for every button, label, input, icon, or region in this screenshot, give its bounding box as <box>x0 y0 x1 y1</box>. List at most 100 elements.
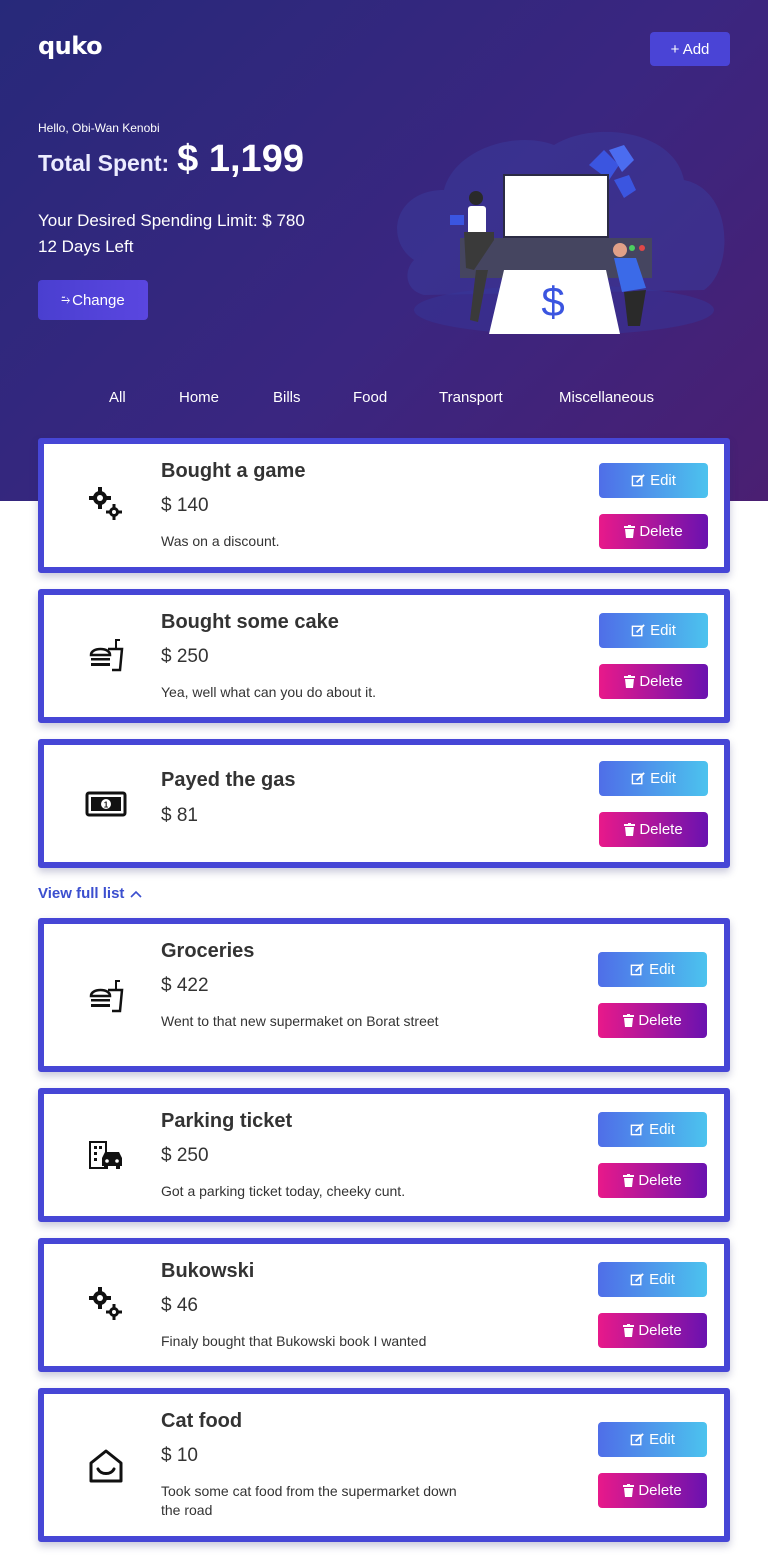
change-limit-button[interactable]: ⥲ Change <box>38 280 148 320</box>
expense-title: Bukowski <box>161 1260 255 1282</box>
app-logo[interactable]: quko <box>38 32 103 60</box>
trash-icon <box>623 1014 635 1027</box>
edit-label: Edit <box>650 770 676 787</box>
expense-card: Bukowski $ 46 Finaly bought that Bukowsk… <box>38 1238 730 1372</box>
gears-icon <box>84 482 128 526</box>
trash-icon <box>623 1174 635 1187</box>
delete-button[interactable]: Delete <box>599 664 708 699</box>
expense-title: Cat food <box>161 1410 243 1432</box>
edit-button[interactable]: Edit <box>598 1262 707 1297</box>
expense-card: Groceries $ 422 Went to that new superma… <box>38 918 730 1072</box>
edit-label: Edit <box>650 622 676 639</box>
delete-button[interactable]: Delete <box>598 1313 707 1348</box>
tab-miscellaneous[interactable]: Miscellaneous <box>559 389 654 406</box>
svg-text:1: 1 <box>104 801 109 810</box>
trash-icon <box>623 1324 635 1337</box>
expense-amount: $ 46 <box>161 1295 198 1316</box>
delete-label: Delete <box>639 523 683 540</box>
view-full-list-link[interactable]: View full list <box>38 885 142 902</box>
home-icon <box>84 1444 128 1488</box>
edit-icon <box>630 1122 645 1137</box>
edit-button[interactable]: Edit <box>598 952 707 987</box>
expense-card: 1 Payed the gas $ 81 Edit Delete <box>38 739 730 868</box>
delete-button[interactable]: Delete <box>598 1003 707 1038</box>
add-expense-button[interactable]: + Add <box>650 32 730 66</box>
expense-title: Payed the gas <box>161 769 296 791</box>
expense-card: Parking ticket $ 250 Got a parking ticke… <box>38 1088 730 1222</box>
expense-description: Finaly bought that Bukowski book I wante… <box>161 1333 427 1349</box>
edit-icon <box>630 962 645 977</box>
tab-food[interactable]: Food <box>353 389 387 406</box>
edit-button[interactable]: Edit <box>598 1112 707 1147</box>
delete-button[interactable]: Delete <box>599 514 708 549</box>
delete-label: Delete <box>639 673 683 690</box>
gears-icon <box>84 1282 128 1326</box>
total-spent: Total Spent: $ 1,199 <box>38 138 304 181</box>
expense-card: Bought a game $ 140 Was on a discount. E… <box>38 438 730 573</box>
edit-label: Edit <box>650 472 676 489</box>
edit-icon <box>630 1432 645 1447</box>
edit-icon <box>631 771 646 786</box>
delete-label: Delete <box>638 1322 682 1339</box>
expense-card: Bought some cake $ 250 Yea, well what ca… <box>38 589 730 723</box>
edit-label: Edit <box>649 1271 675 1288</box>
trash-icon <box>624 525 636 538</box>
delete-button[interactable]: Delete <box>598 1163 707 1198</box>
delete-button[interactable]: Delete <box>599 812 708 847</box>
edit-button[interactable]: Edit <box>599 761 708 796</box>
tab-all[interactable]: All <box>109 389 126 406</box>
delete-label: Delete <box>638 1172 682 1189</box>
printer-illustration: $ <box>397 131 725 335</box>
tab-home[interactable]: Home <box>179 389 219 406</box>
edit-icon <box>630 1272 645 1287</box>
tab-bills[interactable]: Bills <box>273 389 301 406</box>
trash-icon <box>624 675 636 688</box>
expense-amount: $ 250 <box>161 646 209 667</box>
edit-label: Edit <box>649 961 675 978</box>
change-label: Change <box>72 291 125 309</box>
expense-description: Took some cat food from the supermarket … <box>161 1483 457 1518</box>
expense-title: Bought a game <box>161 460 306 482</box>
delete-label: Delete <box>638 1012 682 1029</box>
expense-amount: $ 81 <box>161 805 198 826</box>
expense-amount: $ 250 <box>161 1145 209 1166</box>
expense-amount: $ 140 <box>161 495 209 516</box>
total-spent-value: $ 1,199 <box>177 138 304 180</box>
days-left: 12 Days Left <box>38 237 134 256</box>
expense-title: Parking ticket <box>161 1110 293 1132</box>
expense-card: Cat food $ 10 Took some cat food from th… <box>38 1388 730 1542</box>
delete-button[interactable]: Delete <box>598 1473 707 1508</box>
spending-limit: Your Desired Spending Limit: $ 780 <box>38 211 305 230</box>
hero-banner: quko + Add Hello, Obi-Wan Kenobi Total S… <box>0 0 768 501</box>
food-icon <box>84 974 128 1018</box>
expense-description: Got a parking ticket today, cheeky cunt. <box>161 1183 406 1199</box>
edit-label: Edit <box>649 1431 675 1448</box>
edit-label: Edit <box>649 1121 675 1138</box>
edit-icon <box>631 623 646 638</box>
expense-description: Was on a discount. <box>161 533 280 549</box>
edit-button[interactable]: Edit <box>599 613 708 648</box>
city-car-icon <box>84 1132 128 1176</box>
trash-icon <box>624 823 636 836</box>
expense-title: Groceries <box>161 940 255 962</box>
swap-icon: ⥲ <box>61 293 71 306</box>
trash-icon <box>623 1484 635 1497</box>
food-icon <box>84 633 128 677</box>
expense-amount: $ 422 <box>161 975 209 996</box>
expense-description: Yea, well what can you do about it. <box>161 684 377 700</box>
expense-amount: $ 10 <box>161 1445 198 1466</box>
chevron-up-icon <box>130 890 142 898</box>
greeting-text: Hello, Obi-Wan Kenobi <box>38 121 160 135</box>
edit-button[interactable]: Edit <box>598 1422 707 1457</box>
delete-label: Delete <box>639 821 683 838</box>
expense-description: Went to that new supermaket on Borat str… <box>161 1013 439 1029</box>
view-full-list-label: View full list <box>38 885 125 902</box>
tab-transport[interactable]: Transport <box>439 389 503 406</box>
edit-button[interactable]: Edit <box>599 463 708 498</box>
category-tabs: All Home Bills Food Transport Miscellane… <box>0 389 768 411</box>
total-spent-label: Total Spent: <box>38 150 170 176</box>
expense-title: Bought some cake <box>161 611 339 633</box>
illustration-dollar: $ <box>541 278 564 325</box>
delete-label: Delete <box>638 1482 682 1499</box>
edit-icon <box>631 473 646 488</box>
